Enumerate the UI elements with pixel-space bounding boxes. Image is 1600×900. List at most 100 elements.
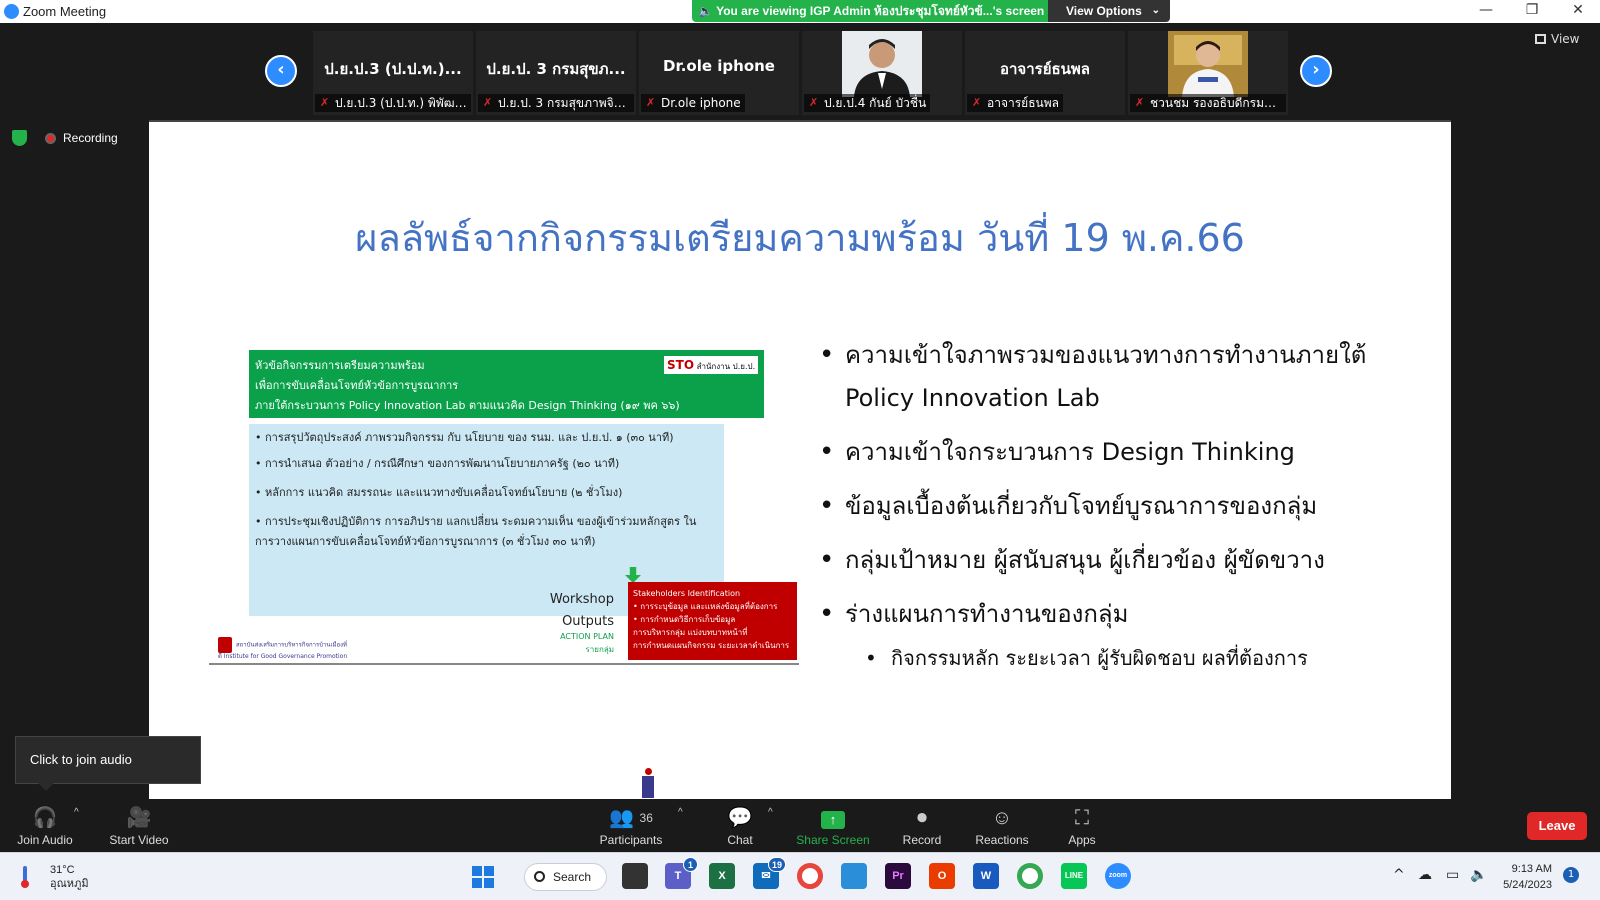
chevron-up-icon: ^ <box>678 807 683 818</box>
share-screen-icon: ↑ <box>795 805 871 831</box>
teams-badge: 1 <box>683 857 698 872</box>
participant-strip <box>0 23 1600 120</box>
igp-mark-icon <box>218 637 232 653</box>
notification-badge[interactable]: 1 <box>1563 867 1579 883</box>
participant-label: ✗ ป.ย.ป.4 กันย์ บัวชื่น <box>804 94 931 112</box>
participant-tile[interactable]: ✗ ชวนชม รองอธิบดีกรมกิจ... <box>1128 31 1288 115</box>
screen-share-banner: 🔈 You are viewing IGP Admin ห้องประชุมโจ… <box>692 0 1048 22</box>
cloud-off-icon[interactable]: ☁ <box>1418 867 1432 883</box>
participant-tile[interactable]: อาจารย์ธนพล ✗ อาจารย์ธนพล <box>965 31 1125 115</box>
chrome-icon[interactable] <box>797 863 823 889</box>
record-button[interactable]: ⏺ Record <box>896 805 948 847</box>
participant-name: ป.ย.ป.3 (ป.ป.ท.)... <box>324 60 462 78</box>
task-view-icon[interactable] <box>622 863 648 889</box>
muted-mic-icon: ✗ <box>646 96 656 109</box>
participant-label: ✗ Dr.ole iphone <box>641 94 745 112</box>
participant-tile[interactable]: ✗ ป.ย.ป.4 กันย์ บัวชื่น <box>802 31 962 115</box>
taskbar-search[interactable]: Search <box>524 863 607 891</box>
clock-date: 5/24/2023 <box>1503 879 1552 891</box>
bullet-item: กลุ่มเป้าหมาย ผู้สนับสนุน ผู้เกี่ยวข้อง … <box>819 539 1429 582</box>
bullet-item: ความเข้าใจภาพรวมของแนวทางการทำงานภายใต้ … <box>819 334 1429 420</box>
slide-agenda-image: หัวข้อกิจกรรมการเตรียมความพร้อม เพื่อการ… <box>209 347 799 667</box>
maximize-button[interactable]: ❐ <box>1509 0 1555 23</box>
weather-temp: 31°C <box>50 864 75 876</box>
excel-icon[interactable]: X <box>709 863 735 889</box>
igp-logo: สถาบันส่งเสริมการบริหารกิจการบ้านเมืองที… <box>218 637 348 661</box>
view-button[interactable]: View <box>1535 32 1579 46</box>
participant-photo <box>1168 31 1248 97</box>
windows-taskbar: 31°C อุณหภูมิ Search T1 X ✉ 19 Pr O W LIN… <box>0 852 1600 900</box>
participant-label: ✗ ป.ย.ป.3 (ป.ป.ท.) พิพัฒน์ ... <box>315 94 471 112</box>
participants-button[interactable]: 👥 36 Participants <box>596 805 666 847</box>
close-button[interactable]: ✕ <box>1555 0 1600 23</box>
reactions-icon: ☺ <box>991 807 1013 829</box>
teams-icon[interactable]: T1 <box>665 857 698 889</box>
office-icon[interactable]: O <box>929 863 955 889</box>
chevron-up-icon: ^ <box>768 807 773 818</box>
muted-mic-icon: ✗ <box>972 96 982 109</box>
slide-title: ผลลัพธ์จากกิจกรรมเตรียมความพร้อม วันที่ … <box>355 216 1245 260</box>
chevron-up-icon[interactable]: ^ <box>1393 867 1405 883</box>
headphones-icon: 🎧 <box>32 807 58 829</box>
chevron-up-icon: ^ <box>74 807 79 818</box>
recording-label: Recording <box>63 131 118 145</box>
system-clock[interactable]: 9:13 AM 5/24/2023 <box>1494 861 1552 893</box>
leave-button[interactable]: Leave <box>1527 812 1587 840</box>
participant-tile[interactable]: ป.ย.ป. 3 กรมสุขภ... ✗ ป.ย.ป. 3 กรมสุขภาพจ… <box>476 31 636 115</box>
premiere-icon[interactable]: Pr <box>885 863 911 889</box>
join-audio-button[interactable]: 🎧 Join Audio <box>14 805 76 847</box>
apps-button[interactable]: ⛶ Apps <box>1062 805 1102 847</box>
muted-mic-icon: ✗ <box>809 96 819 109</box>
sto-logo: STO สำนักงาน ป.ย.ป. <box>664 356 758 374</box>
minimize-button[interactable]: — <box>1463 0 1509 23</box>
shared-screen: ผลลัพธ์จากกิจกรรมเตรียมความพร้อม วันที่ … <box>149 120 1451 799</box>
grid-icon <box>1535 34 1546 44</box>
action-plan-label: ACTION PLAN รายกลุ่ม <box>560 632 614 654</box>
zoom-logo-icon <box>4 4 19 19</box>
thermometer-icon <box>21 866 29 888</box>
chat-button[interactable]: 💬 Chat <box>720 805 760 847</box>
sub-bullet-item: กิจกรรมหลัก ระยะเวลา ผู้รับผิดชอบ ผลที่ต… <box>865 643 1429 673</box>
search-icon <box>534 871 545 882</box>
video-off-icon: 🎥 <box>126 807 152 829</box>
banner-text: You are viewing IGP Admin ห้องประชุมโจทย… <box>716 4 1045 18</box>
window-title: Zoom Meeting <box>23 4 107 19</box>
speaker-icon: 🔈 <box>698 4 713 18</box>
previous-page-button[interactable]: ‹ <box>265 55 297 87</box>
reactions-button[interactable]: ☺ Reactions <box>972 805 1032 847</box>
participant-name: Dr.ole iphone <box>663 57 775 75</box>
stakeholders-box: Stakeholders Identification • การระบุข้อ… <box>628 582 797 660</box>
zoom-icon[interactable]: zoom <box>1105 863 1131 889</box>
agenda-item: • การประชุมเชิงปฏิบัติการ การอภิปราย แลก… <box>255 515 697 548</box>
view-options-label: View Options <box>1066 4 1142 18</box>
mail-icon[interactable]: ✉ 19 <box>753 857 786 889</box>
join-audio-tooltip[interactable]: Click to join audio <box>15 736 201 791</box>
start-video-button[interactable]: 🎥 Start Video <box>104 805 174 847</box>
weather-desc: อุณหภูมิ <box>50 878 89 890</box>
participant-photo <box>842 31 922 97</box>
view-options-button[interactable]: View Options ⌄ <box>1048 0 1170 22</box>
participant-name: ป.ย.ป. 3 กรมสุขภ... <box>486 60 626 78</box>
network-icon[interactable]: ▭ <box>1446 867 1459 883</box>
agenda-item: • การสรุปวัตถุประสงค์ ภาพรวมกิจกรรม กับ … <box>255 431 674 444</box>
bullet-item: ข้อมูลเบื้องต้นเกี่ยวกับโจทย์บูรณาการของ… <box>819 485 1429 528</box>
participant-name: อาจารย์ธนพล <box>1000 60 1090 78</box>
windows-start-icon[interactable] <box>472 866 494 888</box>
chat-icon: 💬 <box>727 807 753 829</box>
share-screen-button[interactable]: ↑ Share Screen <box>795 805 871 847</box>
participant-tile[interactable]: Dr.ole iphone ✗ Dr.ole iphone <box>639 31 799 115</box>
participant-label: ✗ ชวนชม รองอธิบดีกรมกิจ... <box>1130 94 1286 112</box>
remote-desktop-icon[interactable] <box>841 863 867 889</box>
participants-icon: 👥 36 <box>609 807 653 829</box>
chrome-profile-icon[interactable] <box>1017 863 1043 889</box>
volume-icon[interactable]: 🔈 <box>1470 867 1487 883</box>
word-icon[interactable]: W <box>973 863 999 889</box>
line-icon[interactable]: LINE <box>1061 863 1087 889</box>
recording-icon <box>45 133 56 144</box>
next-page-button[interactable]: › <box>1300 55 1332 87</box>
bullet-item: ความเข้าใจกระบวนการ Design Thinking <box>819 431 1429 474</box>
igp-mark-icon <box>642 768 654 798</box>
participant-tile[interactable]: ป.ย.ป.3 (ป.ป.ท.)... ✗ ป.ย.ป.3 (ป.ป.ท.) พิ… <box>313 31 473 115</box>
divider <box>209 663 799 665</box>
record-icon: ⏺ <box>917 807 927 829</box>
